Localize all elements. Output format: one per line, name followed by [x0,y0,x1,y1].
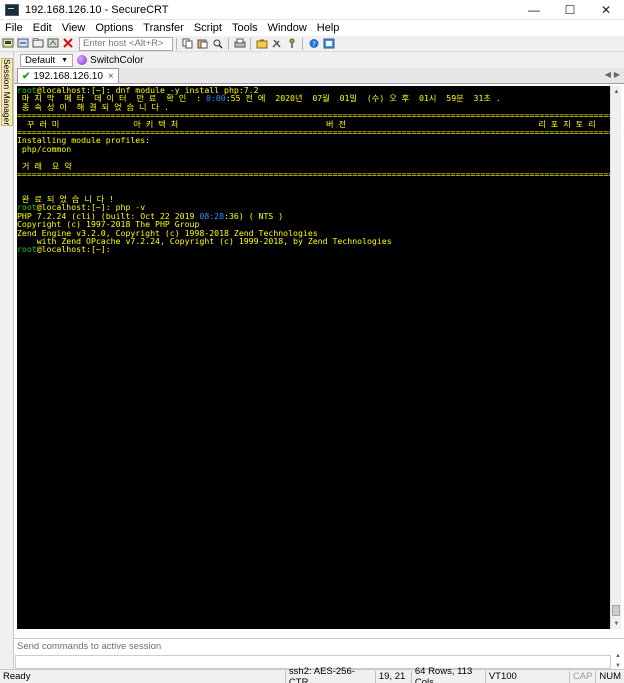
scroll-thumb[interactable] [612,605,620,616]
find-icon[interactable] [211,37,225,50]
sftp-icon[interactable] [255,37,269,50]
menu-tools[interactable]: Tools [227,22,263,34]
enter-host-input[interactable] [79,36,173,51]
button-bar: Default ▼ SwitchColor [14,52,624,68]
status-cursor-position: 19, 21 [374,670,411,683]
terminal-line: root@localhost:[~]: [17,245,610,253]
switch-color-button[interactable]: SwitchColor [77,55,143,66]
time-highlight: 08:28 [199,210,225,221]
terminal-screen[interactable]: root@localhost:[~]: dnf module -y instal… [17,86,610,629]
status-num-lock: NUM [595,670,624,683]
close-button[interactable]: ✕ [588,0,624,20]
scroll-up-icon[interactable]: ▲ [615,653,621,659]
connect-in-tab-icon[interactable] [31,37,45,50]
toolbar: ? [0,36,624,52]
status-caps-lock: CAP [568,670,596,683]
session-manager-label: Session Manager [2,58,12,126]
status-ready: Ready [3,671,31,682]
disconnect-icon[interactable] [61,37,75,50]
terminal-text: :55 전 에 2020년 07월 01일 (수) 오 후 01시 59분 31… [225,93,501,104]
status-bar: Ready ssh2: AES-256-CTR 19, 21 64 Rows, … [0,666,624,683]
title-bar: 192.168.126.10 - SecureCRT — ☐ ✕ [0,0,624,20]
tab-close-icon[interactable]: × [108,71,114,82]
toolbar-separator [176,37,177,50]
purple-orb-icon [77,55,88,65]
terminal-line: 종 속 성 이 해 결 되 었 습 니 다 . [17,103,610,111]
quick-connect-icon[interactable] [16,37,30,50]
toolbar-separator [228,37,229,50]
connect-icon[interactable] [1,37,15,50]
status-emulation: VT100 [484,670,569,683]
menu-bar: File Edit View Options Transfer Script T… [0,20,624,36]
default-button-bar-selector[interactable]: Default ▼ [20,53,74,67]
scroll-down-icon[interactable]: ▼ [611,618,622,629]
paste-icon[interactable] [196,37,210,50]
status-cipher: ssh2: AES-256-CTR [284,666,375,683]
menu-file[interactable]: File [0,22,28,34]
tab-navigation: ◀ ▶ [605,70,620,79]
maximize-button[interactable]: ☐ [552,0,588,20]
session-tab[interactable]: ✔ 192.168.126.10 × [17,68,119,83]
help-icon[interactable]: ? [307,37,321,50]
menu-window[interactable]: Window [263,22,312,34]
toolbar-separator [302,37,303,50]
toolbar-separator [250,37,251,50]
scroll-up-icon[interactable]: ▲ [611,86,622,97]
default-label: Default [25,54,56,66]
terminal-text: php/common [17,143,72,154]
session-tab-bar: ✔ 192.168.126.10 × ◀ ▶ [14,68,624,84]
options-icon[interactable] [322,37,336,50]
terminal-scrollbar[interactable]: ▲ ▼ [610,86,621,629]
command-window: Send commands to active session ▲ ▼ [14,638,624,669]
terminal-rule-line: ========================================… [17,169,610,179]
window-title: 192.168.126.10 - SecureCRT [25,3,169,16]
prompt-user: root [17,244,37,255]
menu-view[interactable]: View [57,22,91,34]
menu-transfer[interactable]: Transfer [138,22,189,34]
menu-help[interactable]: Help [312,22,345,34]
status-terminal-size: 64 Rows, 113 Cols [410,666,485,683]
connected-check-icon: ✔ [22,70,31,82]
terminal-line: 거 래 요 약 [17,161,610,170]
reconnect-icon[interactable] [46,37,60,50]
tab-scroll-left-icon[interactable]: ◀ [605,70,611,79]
session-manager-tab[interactable]: Session Manager [1,58,13,126]
copy-icon[interactable] [181,37,195,50]
command-window-label: Send commands to active session [17,641,162,652]
session-tab-label: 192.168.126.10 [33,70,103,82]
terminal-line: Installing module profiles: [17,136,610,144]
print-icon[interactable] [233,37,247,50]
key-icon[interactable] [285,37,299,50]
terminal-text: @localhost:[~]: [36,244,111,255]
minimize-button[interactable]: — [516,0,552,20]
svg-text:?: ? [312,41,316,49]
terminal-text: :36) ( NTS ) [224,210,284,221]
tab-scroll-right-icon[interactable]: ▶ [614,70,620,79]
terminal-line: 꾸 러 미 아 키 텍 처 버 전 리 포 지 토 리 크 기 [17,119,610,128]
menu-script[interactable]: Script [189,22,227,34]
tools-icon[interactable] [270,37,284,50]
menu-edit[interactable]: Edit [28,22,57,34]
time-highlight: 0:00 [205,93,226,104]
terminal-line: php/common [17,145,610,153]
securecrt-app-icon [5,3,19,16]
menu-options[interactable]: Options [90,22,138,34]
session-manager-sidebar: Session Manager [0,52,14,669]
command-scrollbar[interactable]: ▲ ▼ [613,653,623,669]
chevron-down-icon: ▼ [61,56,69,64]
switch-color-label: SwitchColor [90,54,144,66]
